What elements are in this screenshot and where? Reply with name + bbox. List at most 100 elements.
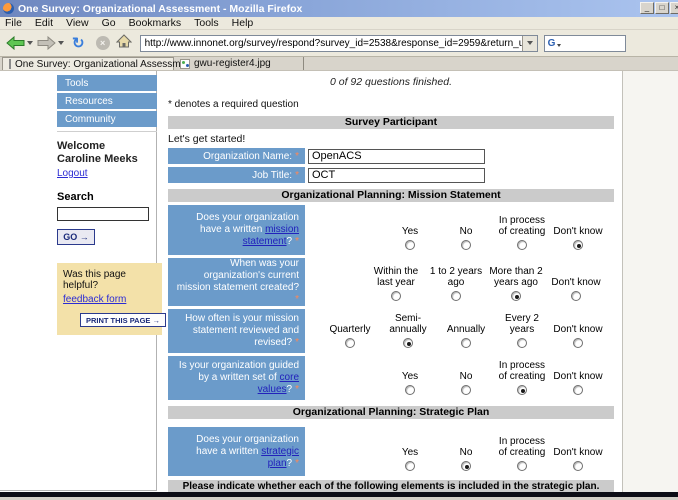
organization-name-row: Organization Name:* (168, 148, 614, 164)
radio-option[interactable] (573, 338, 583, 348)
print-page-button[interactable]: PRINT THIS PAGE → (80, 313, 166, 327)
radio-option[interactable] (573, 240, 583, 250)
option-label: No (460, 447, 473, 458)
sidebar-item-community[interactable]: Community (57, 111, 157, 127)
radio-option[interactable] (517, 461, 527, 471)
radio-option[interactable] (573, 461, 583, 471)
option-label: Yes (402, 447, 418, 458)
radio-option[interactable] (461, 338, 471, 348)
option-label: More than 2 years ago (486, 266, 546, 288)
question-label: When was your organization's current mis… (168, 258, 305, 306)
tab-survey-label: One Survey: Organizational Assessm... (15, 59, 189, 70)
reload-icon[interactable]: ↻ (72, 34, 85, 52)
minimize-button[interactable]: _ (640, 2, 654, 14)
option-label: Semi-annually (378, 313, 438, 335)
radio-option[interactable] (571, 291, 581, 301)
option-label: Every 2 years (494, 313, 550, 335)
section-header-mission: Organizational Planning: Mission Stateme… (168, 189, 614, 202)
forward-button[interactable] (37, 36, 64, 50)
radio-option[interactable] (517, 338, 527, 348)
elements-note-header: Please indicate whether each of the foll… (168, 480, 614, 492)
go-button[interactable]: GO → (57, 229, 95, 245)
option-label: In process of creating (494, 360, 550, 382)
question-row: How often is your mission statement revi… (168, 309, 614, 353)
close-button[interactable]: × (670, 2, 678, 14)
feedback-question: Was this page helpful? (63, 269, 157, 291)
back-button[interactable] (6, 36, 33, 50)
survey-content: 0 of 92 questions finished. * denotes a … (168, 71, 614, 492)
sidebar-divider (57, 131, 157, 132)
radio-option[interactable] (511, 291, 521, 301)
search-section: Search GO → (57, 191, 157, 245)
sidebar-item-resources[interactable]: Resources (57, 93, 157, 109)
stop-icon[interactable]: × (96, 36, 110, 50)
image-icon (180, 59, 190, 69)
intro-text: Let's get started! (168, 133, 614, 145)
option-label: No (460, 226, 473, 237)
search-engine-box[interactable]: G (544, 35, 626, 52)
window-title: One Survey: Organizational Assessment - … (18, 3, 302, 15)
url-bar (140, 35, 538, 52)
tab-image[interactable]: gwu-register4.jpg (174, 57, 304, 70)
organization-name-input[interactable] (308, 149, 485, 164)
welcome-text: Welcome Caroline Meeks (57, 140, 157, 166)
radio-option[interactable] (517, 240, 527, 250)
feedback-form-link[interactable]: feedback form (63, 294, 126, 305)
option-label: Annually (447, 324, 485, 335)
firefox-icon (3, 3, 14, 14)
option-label: Quarterly (329, 324, 370, 335)
search-engine-dropdown-icon[interactable] (557, 44, 561, 47)
maximize-button[interactable]: □ (655, 2, 669, 14)
radio-option[interactable] (461, 240, 471, 250)
tab-bar: One Survey: Organizational Assessm... gw… (0, 57, 678, 71)
radio-option[interactable] (461, 461, 471, 471)
back-dropdown-icon[interactable] (27, 41, 33, 45)
radio-option[interactable] (405, 461, 415, 471)
option-label: Don't know (551, 277, 600, 288)
radio-option[interactable] (573, 385, 583, 395)
menu-edit[interactable]: Edit (35, 17, 53, 29)
tab-survey[interactable]: One Survey: Organizational Assessm... (2, 57, 174, 70)
sidebar-item-tools[interactable]: Tools (57, 75, 157, 91)
option-label: Yes (402, 371, 418, 382)
job-title-row: Job Title:* (168, 167, 614, 183)
url-input[interactable] (141, 38, 522, 49)
forward-dropdown-icon[interactable] (58, 41, 64, 45)
radio-option[interactable] (403, 338, 413, 348)
radio-option[interactable] (345, 338, 355, 348)
required-note: * denotes a required question (168, 99, 614, 110)
google-icon: G (548, 38, 556, 49)
option-label: Don't know (553, 447, 602, 458)
strategic-plan-link[interactable]: strategic plan (261, 446, 299, 469)
option-label: Don't know (553, 226, 602, 237)
menu-view[interactable]: View (66, 17, 89, 29)
back-arrow-icon (6, 36, 25, 50)
option-label: In process of creating (494, 215, 550, 237)
menu-bookmarks[interactable]: Bookmarks (129, 17, 182, 29)
section-header-strategic: Organizational Planning: Strategic Plan (168, 406, 614, 419)
page-icon (9, 59, 11, 69)
logout-link[interactable]: Logout (57, 168, 88, 179)
radio-option[interactable] (405, 240, 415, 250)
forward-arrow-icon (37, 36, 56, 50)
question-row: Is your organization guided by a written… (168, 356, 614, 400)
menu-tools[interactable]: Tools (194, 17, 219, 29)
radio-option[interactable] (391, 291, 401, 301)
menu-go[interactable]: Go (102, 17, 116, 29)
radio-option[interactable] (405, 385, 415, 395)
radio-option[interactable] (451, 291, 461, 301)
option-label: Don't know (553, 371, 602, 382)
home-icon[interactable] (116, 34, 132, 53)
menu-file[interactable]: File (5, 17, 22, 29)
menu-help[interactable]: Help (232, 17, 254, 29)
radio-option[interactable] (461, 385, 471, 395)
job-title-input[interactable] (308, 168, 485, 183)
organization-name-label: Organization Name:* (168, 148, 305, 164)
radio-option[interactable] (517, 385, 527, 395)
url-dropdown-button[interactable] (522, 36, 537, 51)
feedback-box: Was this page helpful? feedback form PRI… (57, 263, 162, 335)
search-input[interactable] (57, 207, 149, 221)
option-label: 1 to 2 years ago (426, 266, 486, 288)
search-label: Search (57, 191, 157, 203)
sidebar: Tools Resources Community Welcome Caroli… (0, 71, 157, 491)
